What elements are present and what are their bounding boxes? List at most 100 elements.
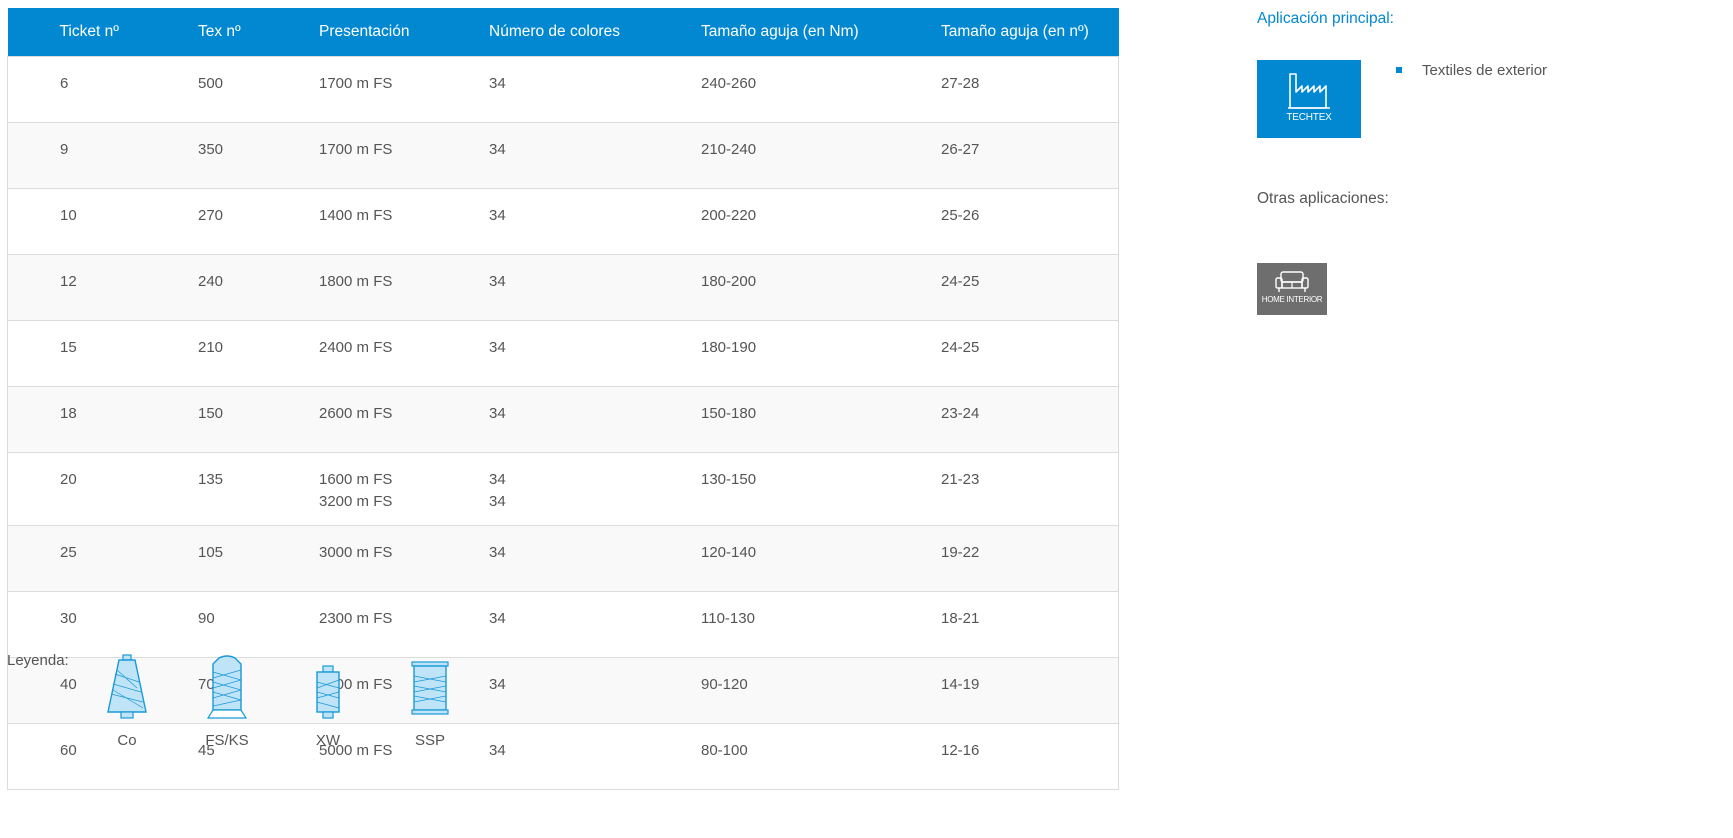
- table-row: 60 45 5000 m FS 34 80-100 12-16: [7, 723, 1119, 790]
- table-row: 15 210 2400 m FS 34 180-190 24-25: [7, 320, 1119, 387]
- presentacion-line: 1800 m FS: [319, 273, 393, 290]
- presentacion-line: 1700 m FS: [319, 141, 393, 158]
- cell-presentacion: 1800 m FS: [319, 254, 489, 321]
- cylinder-spool-icon: [411, 661, 449, 715]
- cell-colores: 34: [489, 188, 701, 255]
- cell-colores: 34 34: [489, 452, 701, 526]
- header-tex: Tex nº: [198, 8, 319, 57]
- cell-colores: 34: [489, 657, 701, 724]
- cell-tex: 210: [198, 320, 319, 387]
- cell-presentacion: 2300 m FS: [319, 591, 489, 658]
- legend-label: Leyenda:: [7, 652, 69, 669]
- cell-tex: 105: [198, 525, 319, 592]
- cell-ticket: 10: [7, 188, 198, 255]
- main-application-title: Aplicación principal:: [1257, 10, 1394, 27]
- cell-tex: 500: [198, 56, 319, 123]
- cell-aguja-nm: 240-260: [701, 56, 941, 123]
- colores-line: 34: [489, 610, 506, 627]
- colores-line: 34: [489, 742, 506, 759]
- cell-presentacion: 2600 m FS: [319, 386, 489, 453]
- cell-presentacion: 2400 m FS: [319, 320, 489, 387]
- cell-ticket: 20: [7, 452, 198, 526]
- other-applications-title: Otras aplicaciones:: [1257, 190, 1389, 207]
- cell-colores: 34: [489, 122, 701, 189]
- cell-tex: 350: [198, 122, 319, 189]
- header-aguja-no: Tamaño aguja (en nº): [941, 8, 1119, 57]
- list-item-label: Textiles de exterior: [1422, 62, 1548, 79]
- legend-caption: FS/KS: [205, 732, 249, 749]
- cell-aguja-no: 21-23: [941, 452, 1119, 526]
- cell-ticket: 30: [7, 591, 198, 658]
- legend-item-co: Co: [100, 654, 154, 749]
- list-item: Textiles de exterior: [1396, 62, 1547, 79]
- cell-aguja-nm: 120-140: [701, 525, 941, 592]
- cell-aguja-no: 12-16: [941, 723, 1119, 790]
- presentacion-line: 2600 m FS: [319, 405, 393, 422]
- cell-aguja-nm: 110-130: [701, 591, 941, 658]
- table-row: 6 500 1700 m FS 34 240-260 27-28: [7, 56, 1119, 123]
- cell-tex: 135: [198, 452, 319, 526]
- cell-tex: 240: [198, 254, 319, 321]
- cell-aguja-no: 24-25: [941, 320, 1119, 387]
- presentacion-line: 1700 m FS: [319, 75, 393, 92]
- cell-ticket: 6: [7, 56, 198, 123]
- header-aguja-nm: Tamaño aguja (en Nm): [701, 8, 941, 57]
- cell-aguja-nm: 150-180: [701, 386, 941, 453]
- cell-aguja-no: 25-26: [941, 188, 1119, 255]
- cell-aguja-nm: 200-220: [701, 188, 941, 255]
- colores-line: 34: [489, 207, 506, 224]
- table-row: 10 270 1400 m FS 34 200-220 25-26: [7, 188, 1119, 255]
- table-row: 30 90 2300 m FS 34 110-130 18-21: [7, 591, 1119, 658]
- cell-aguja-no: 19-22: [941, 525, 1119, 592]
- cell-aguja-nm: 80-100: [701, 723, 941, 790]
- cell-aguja-no: 26-27: [941, 122, 1119, 189]
- cell-colores: 34: [489, 525, 701, 592]
- cell-aguja-nm: 130-150: [701, 452, 941, 526]
- cell-presentacion: 1600 m FS 3200 m FS: [319, 452, 489, 526]
- cell-colores: 34: [489, 320, 701, 387]
- colores-line: 34: [489, 141, 506, 158]
- colores-line: 34: [489, 676, 506, 693]
- presentacion-line: 3200 m FS: [319, 493, 393, 510]
- cell-tex: 150: [198, 386, 319, 453]
- cell-aguja-no: 18-21: [941, 591, 1119, 658]
- cell-presentacion: 1700 m FS: [319, 56, 489, 123]
- table-row: 12 240 1800 m FS 34 180-200 24-25: [7, 254, 1119, 321]
- cell-aguja-no: 23-24: [941, 386, 1119, 453]
- cell-presentacion: 1700 m FS: [319, 122, 489, 189]
- colores-line: 34: [489, 273, 506, 290]
- colores-line: 34: [489, 471, 506, 488]
- table-row: 40 70 4600 m FS 34 90-120 14-19: [7, 657, 1119, 724]
- specs-table: Ticket nº Tex nº Presentación Número de …: [7, 8, 1119, 790]
- colores-line: 34: [489, 493, 506, 510]
- presentacion-line: 2400 m FS: [319, 339, 393, 356]
- table-row: 18 150 2600 m FS 34 150-180 23-24: [7, 386, 1119, 453]
- presentacion-line: 2300 m FS: [319, 610, 393, 627]
- cell-aguja-nm: 210-240: [701, 122, 941, 189]
- home-interior-tile[interactable]: HOME INTERIOR: [1257, 263, 1327, 315]
- legend-caption: SSP: [414, 732, 445, 749]
- presentacion-line: 1600 m FS: [319, 471, 393, 488]
- cell-ticket: 25: [7, 525, 198, 592]
- cell-ticket: 15: [7, 320, 198, 387]
- legend-caption: Co: [117, 732, 137, 749]
- cell-aguja-nm: 90-120: [701, 657, 941, 724]
- presentacion-line: 1400 m FS: [319, 207, 393, 224]
- cone-spool-icon: [107, 654, 147, 719]
- small-spool-icon: [316, 665, 340, 719]
- cell-colores: 34: [489, 254, 701, 321]
- table-row: 9 350 1700 m FS 34 210-240 26-27: [7, 122, 1119, 189]
- legend-item-ssp: SSP: [404, 654, 456, 749]
- table-row: 20 135 1600 m FS 3200 m FS 34 34 130-150…: [7, 452, 1119, 526]
- cell-colores: 34: [489, 723, 701, 790]
- colores-line: 34: [489, 544, 506, 561]
- cell-aguja-no: 14-19: [941, 657, 1119, 724]
- header-presentacion: Presentación: [319, 8, 489, 57]
- techtex-tile[interactable]: TECHTEX: [1257, 60, 1361, 138]
- cell-ticket: 9: [7, 122, 198, 189]
- header-colores: Número de colores: [489, 8, 701, 57]
- cell-aguja-no: 24-25: [941, 254, 1119, 321]
- cell-aguja-no: 27-28: [941, 56, 1119, 123]
- factory-icon: [1288, 73, 1330, 109]
- techtex-caption: TECHTEX: [1286, 112, 1332, 123]
